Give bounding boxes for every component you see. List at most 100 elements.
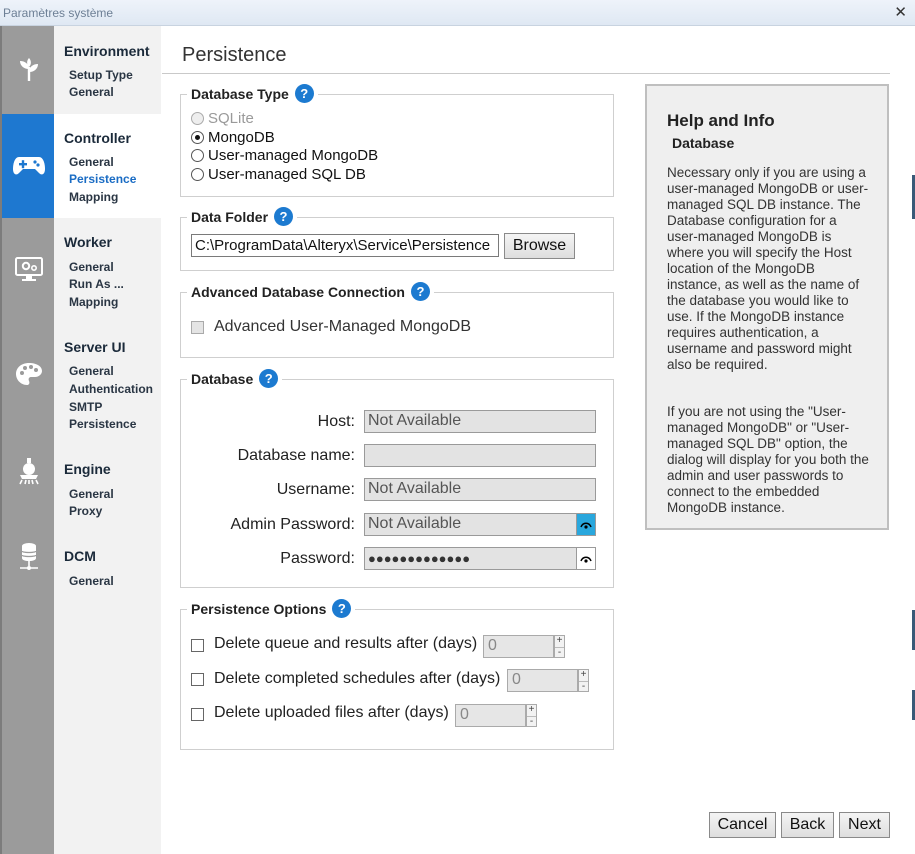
help-subtitle: Database	[672, 135, 735, 151]
delete-schedules-label: Delete completed schedules after (days)	[214, 670, 501, 687]
radio-user-managed-mongodb[interactable]: User-managed MongoDB	[191, 147, 378, 164]
palette-icon[interactable]	[2, 322, 56, 426]
persistence-options-label: Persistence Options	[191, 600, 327, 617]
radio-mongodb[interactable]: MongoDB	[191, 129, 275, 146]
radio-circle	[191, 112, 204, 125]
radio-label: User-managed MongoDB	[208, 147, 379, 164]
nav-labels: Environment Setup Type General Controlle…	[54, 26, 161, 854]
next-button[interactable]: Next	[839, 812, 890, 838]
delete-schedules-days-input[interactable]: 0	[507, 669, 578, 692]
show-password-icon[interactable]	[576, 547, 596, 570]
data-folder-legend: Data Folder ?	[187, 207, 298, 226]
nav-heading-server-ui[interactable]: Server UI	[64, 339, 125, 355]
nav-group-server-ui: Server UI General Authentication SMTP Pe…	[54, 322, 161, 431]
advanced-connection-label: Advanced Database Connection	[191, 283, 405, 300]
database-type-legend: Database Type ?	[187, 84, 318, 103]
window-title: Paramètres système	[3, 6, 114, 20]
advanced-mongodb-checkbox[interactable]	[191, 321, 204, 334]
delete-uploaded-label: Delete uploaded files after (days)	[214, 704, 449, 721]
help-panel: Help and Info Database Necessary only if…	[645, 84, 889, 530]
radio-label: User-managed SQL DB	[208, 166, 366, 183]
close-icon[interactable]: ✕	[894, 3, 907, 21]
database-label: Database	[191, 370, 254, 387]
nav-item-general[interactable]: General	[69, 364, 114, 378]
gamepad-icon[interactable]	[2, 114, 56, 218]
help-title: Help and Info	[667, 111, 775, 130]
increment-icon[interactable]: +	[579, 670, 588, 681]
help-paragraph: If you are not using the "User-managed M…	[667, 404, 869, 515]
nav-item-smtp[interactable]: SMTP	[69, 400, 102, 414]
decrement-icon[interactable]: -	[555, 647, 564, 658]
password-label: Password:	[280, 550, 355, 567]
nav-item-run-as[interactable]: Run As ...	[69, 277, 124, 291]
radio-user-managed-sql-db[interactable]: User-managed SQL DB	[191, 166, 366, 183]
delete-uploaded-stepper[interactable]: + -	[526, 704, 537, 727]
username-label: Username:	[276, 481, 355, 498]
radio-label: SQLite	[208, 110, 254, 127]
nav-group-engine: Engine General Proxy	[54, 426, 161, 518]
host-label: Host:	[317, 413, 355, 430]
nav-item-general[interactable]: General	[69, 487, 114, 501]
delete-queue-label: Delete queue and results after (days)	[214, 635, 478, 652]
increment-icon[interactable]: +	[527, 705, 536, 716]
nav-heading-worker[interactable]: Worker	[64, 234, 112, 250]
nav-group-worker: Worker General Run As ... Mapping	[54, 218, 161, 322]
delete-schedules-checkbox[interactable]	[191, 673, 204, 686]
nav-item-general[interactable]: General	[69, 155, 114, 169]
host-input[interactable]: Not Available	[364, 410, 596, 433]
help-question-icon[interactable]: ?	[410, 282, 430, 301]
data-folder-input[interactable]: C:\ProgramData\Alteryx\Service\Persisten…	[191, 234, 499, 257]
decrement-icon[interactable]: -	[579, 681, 588, 692]
help-question-icon[interactable]: ?	[294, 84, 314, 103]
nav-item-general[interactable]: General	[69, 85, 114, 99]
admin-password-label: Admin Password:	[230, 516, 356, 533]
radio-sqlite[interactable]: SQLite	[191, 110, 254, 127]
nav-item-general[interactable]: General	[69, 574, 114, 588]
password-input[interactable]: ●●●●●●●●●●●●●	[364, 547, 577, 570]
nav-heading-controller[interactable]: Controller	[64, 130, 131, 146]
nav-item-setup-type[interactable]: Setup Type	[69, 68, 133, 82]
help-question-icon[interactable]: ?	[259, 369, 279, 388]
show-password-icon[interactable]	[576, 513, 596, 536]
delete-uploaded-checkbox[interactable]	[191, 708, 204, 721]
nav-heading-engine[interactable]: Engine	[64, 461, 111, 477]
nav-item-mapping[interactable]: Mapping	[69, 295, 118, 309]
browse-button[interactable]: Browse	[504, 233, 575, 259]
monitor-gear-icon[interactable]	[2, 218, 56, 322]
title-divider	[162, 73, 890, 74]
nav-group-controller: Controller General Persistence Mapping	[54, 114, 161, 218]
page-title: Persistence	[182, 44, 287, 66]
nav-item-mapping[interactable]: Mapping	[69, 190, 118, 204]
advanced-connection-legend: Advanced Database Connection ?	[187, 282, 434, 301]
database-name-input[interactable]	[364, 444, 596, 467]
database-network-icon[interactable]	[2, 516, 56, 598]
nav-item-authentication[interactable]: Authentication	[69, 382, 153, 396]
radio-label: MongoDB	[208, 129, 275, 146]
engine-icon[interactable]	[2, 426, 56, 516]
nav-group-dcm: DCM General	[54, 516, 161, 606]
back-button[interactable]: Back	[781, 812, 834, 838]
delete-queue-stepper[interactable]: + -	[554, 635, 565, 658]
admin-password-input[interactable]: Not Available	[364, 513, 577, 536]
database-type-label: Database Type	[191, 85, 289, 102]
username-input[interactable]: Not Available	[364, 478, 596, 501]
decrement-icon[interactable]: -	[527, 716, 536, 727]
nav-heading-dcm[interactable]: DCM	[64, 548, 96, 564]
cancel-button[interactable]: Cancel	[709, 812, 776, 838]
nav-item-persistence[interactable]: Persistence	[69, 172, 136, 186]
nav-item-general[interactable]: General	[69, 260, 114, 274]
nav-icon-bar	[0, 26, 56, 854]
help-paragraph: Necessary only if you are using a user-m…	[667, 165, 869, 372]
nav-heading-environment[interactable]: Environment	[64, 43, 150, 59]
delete-queue-checkbox[interactable]	[191, 639, 204, 652]
nav-group-environment: Environment Setup Type General	[54, 26, 161, 114]
delete-uploaded-days-input[interactable]: 0	[455, 704, 526, 727]
delete-queue-days-input[interactable]: 0	[483, 635, 554, 658]
increment-icon[interactable]: +	[555, 636, 564, 647]
database-name-label: Database name:	[237, 447, 355, 464]
sprout-icon[interactable]	[2, 26, 56, 114]
help-question-icon[interactable]: ?	[332, 599, 352, 618]
radio-circle	[191, 131, 204, 144]
delete-schedules-stepper[interactable]: + -	[578, 669, 589, 692]
help-question-icon[interactable]: ?	[274, 207, 294, 226]
